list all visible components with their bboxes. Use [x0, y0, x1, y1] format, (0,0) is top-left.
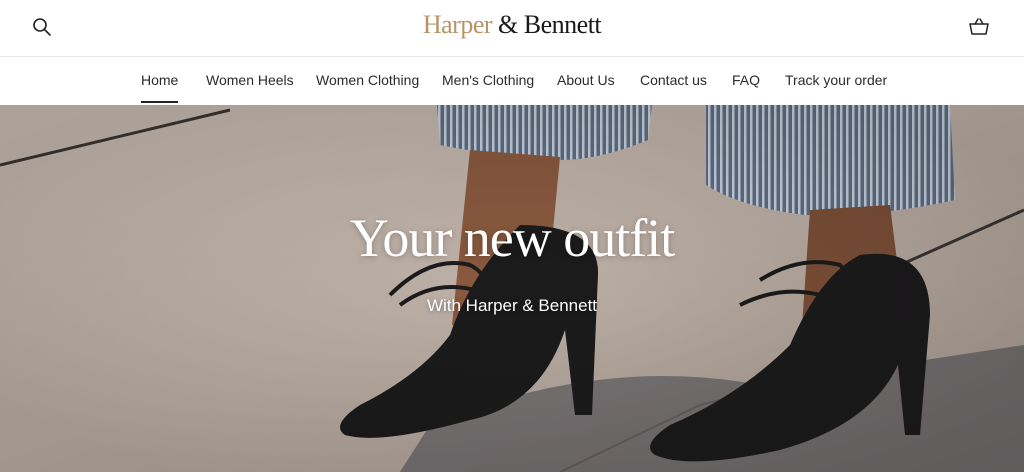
- site-logo[interactable]: Harper & Bennett: [0, 10, 1024, 40]
- nav-item-women-clothing[interactable]: Women Clothing: [316, 72, 419, 88]
- nav-item-home[interactable]: Home: [141, 72, 179, 103]
- nav-item-about-us[interactable]: About Us: [557, 72, 615, 88]
- hero-banner: Your new outfit With Harper & Bennett: [0, 105, 1024, 472]
- nav-item-women-heels[interactable]: Women Heels: [206, 72, 294, 88]
- site-header: Harper & Bennett: [0, 0, 1024, 57]
- hero-subtitle: With Harper & Bennett: [426, 296, 598, 315]
- hero-title: Your new outfit: [349, 208, 676, 268]
- nav-item-mens-clothing[interactable]: Men's Clothing: [442, 72, 534, 88]
- main-navigation: Home Women Heels Women Clothing Men's Cl…: [0, 57, 1024, 105]
- cart-button[interactable]: [968, 17, 990, 37]
- basket-icon: [969, 18, 989, 35]
- nav-item-faq[interactable]: FAQ: [732, 72, 760, 88]
- logo-text-bennett: & Bennett: [492, 10, 602, 39]
- nav-item-track-order[interactable]: Track your order: [785, 72, 887, 88]
- nav-item-contact-us[interactable]: Contact us: [640, 72, 707, 88]
- hero-image: [0, 105, 1024, 472]
- logo-text-harper: Harper: [422, 10, 493, 39]
